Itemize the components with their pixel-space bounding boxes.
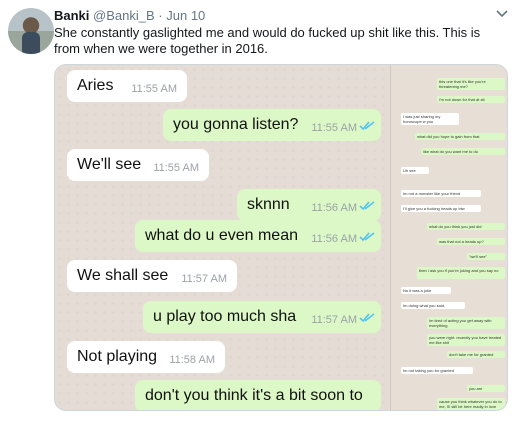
message-time: 11:58 AM <box>169 354 215 366</box>
chat-message-bubble: We'll see 11:55 AM <box>67 149 209 181</box>
chat-screenshot: Aries 11:55 AM you gonna listen? 11:55 AM We… <box>55 65 390 410</box>
read-receipt-icon <box>359 121 375 131</box>
thumbnail-message-bubble: I was just sharing my horoscope w you <box>401 113 459 125</box>
chat-message-bubble: don't you think it's a bit soon to <box>135 380 381 410</box>
thumbnail-message-bubble: what did you hope to gain from that <box>415 133 505 140</box>
thumbnail-message-bubble: don't take me for granted <box>447 351 505 358</box>
message-text: you gonna listen? <box>173 116 299 133</box>
chat-thumbnail-strip: this one that it's like you're threateni… <box>390 65 507 410</box>
read-receipt-icon <box>359 232 375 242</box>
thumbnail-message-bubble: Im not taking you for granted <box>401 367 473 374</box>
message-time: 11:55 AM <box>131 83 177 95</box>
profile-photo-avatar[interactable] <box>8 8 54 54</box>
chat-message-bubble: u play too much sha 11:57 AM <box>143 301 381 333</box>
chat-message-bubble: Not playing 11:58 AM <box>67 341 225 373</box>
tweet: Banki @Banki_B · Jun 10 She constantly g… <box>0 0 520 421</box>
thumbnail-message-bubble: "we'll see" <box>467 253 505 260</box>
message-text: what do u even mean <box>145 227 298 244</box>
thumbnail-message-bubble: i'm not down for that at all <box>437 96 505 103</box>
read-receipt-icon <box>359 201 375 211</box>
message-text: sknnn <box>247 196 290 213</box>
thumbnail-message-bubble: cause you think whatever you do to me, i… <box>437 398 505 410</box>
thumbnail-message-bubble: Im not a monster like your friend <box>401 190 481 197</box>
thumbnail-message-bubble: Im tired of acting you get away with eve… <box>427 317 505 329</box>
avatar-figure <box>22 32 40 54</box>
thumbnail-message-bubble: was that not a heads up? <box>437 238 505 245</box>
thumbnail-message-bubble: Im doing what you said, <box>401 302 465 309</box>
author-name[interactable]: Banki <box>54 8 89 23</box>
message-time: 11:55 AM <box>153 162 199 174</box>
message-time: 11:56 AM <box>311 233 357 245</box>
message-time: 11:55 AM <box>311 122 357 134</box>
message-text: don't you think it's a bit soon to <box>145 387 363 404</box>
message-text: We shall see <box>77 267 169 284</box>
tweet-media-image[interactable]: Aries 11:55 AM you gonna listen? 11:55 AM We… <box>54 64 508 411</box>
header-separator: · <box>158 8 163 23</box>
chat-message-bubble: We shall see 11:57 AM <box>67 260 237 292</box>
thumbnail-message-bubble: this one that it's like you're threateni… <box>437 78 505 90</box>
tweet-header: Banki @Banki_B · Jun 10 <box>54 8 205 23</box>
chat-message-bubble: Aries 11:55 AM <box>67 70 187 102</box>
thumbnail-message-bubble: you were right. recently you have treate… <box>427 334 505 346</box>
thumbnail-message-bubble: I'll give you a fucking heads up btw <box>401 205 481 212</box>
message-text: u play too much sha <box>153 308 297 325</box>
message-time: 11:57 AM <box>311 314 357 326</box>
author-handle[interactable]: @Banki_B <box>93 8 155 23</box>
thumbnail-message-bubble: you are <box>467 385 505 392</box>
message-time: 11:57 AM <box>181 273 227 285</box>
chevron-down-icon[interactable] <box>496 9 508 19</box>
tweet-date[interactable]: Jun 10 <box>166 8 205 23</box>
thumbnail-message-bubble: what do you think you just did <box>427 223 505 230</box>
message-text: Aries <box>77 77 114 94</box>
thumbnail-message-bubble: Uh see <box>401 167 429 174</box>
thumbnail-message-bubble: then i ask you if you're joking and you … <box>417 267 505 279</box>
read-receipt-icon <box>359 313 375 323</box>
tweet-text: She constantly gaslighted me and would d… <box>54 25 481 56</box>
thumbnail-message-bubble: like what do you want me to do <box>421 148 505 155</box>
chat-message-bubble: what do u even mean 11:56 AM <box>135 220 381 252</box>
message-text: We'll see <box>77 156 142 173</box>
thumbnail-message-bubble: No it was a joke <box>401 287 451 294</box>
chat-message-bubble: sknnn 11:56 AM <box>237 189 381 221</box>
message-text: Not playing <box>77 348 158 365</box>
chat-message-bubble: you gonna listen? 11:55 AM <box>163 109 381 141</box>
